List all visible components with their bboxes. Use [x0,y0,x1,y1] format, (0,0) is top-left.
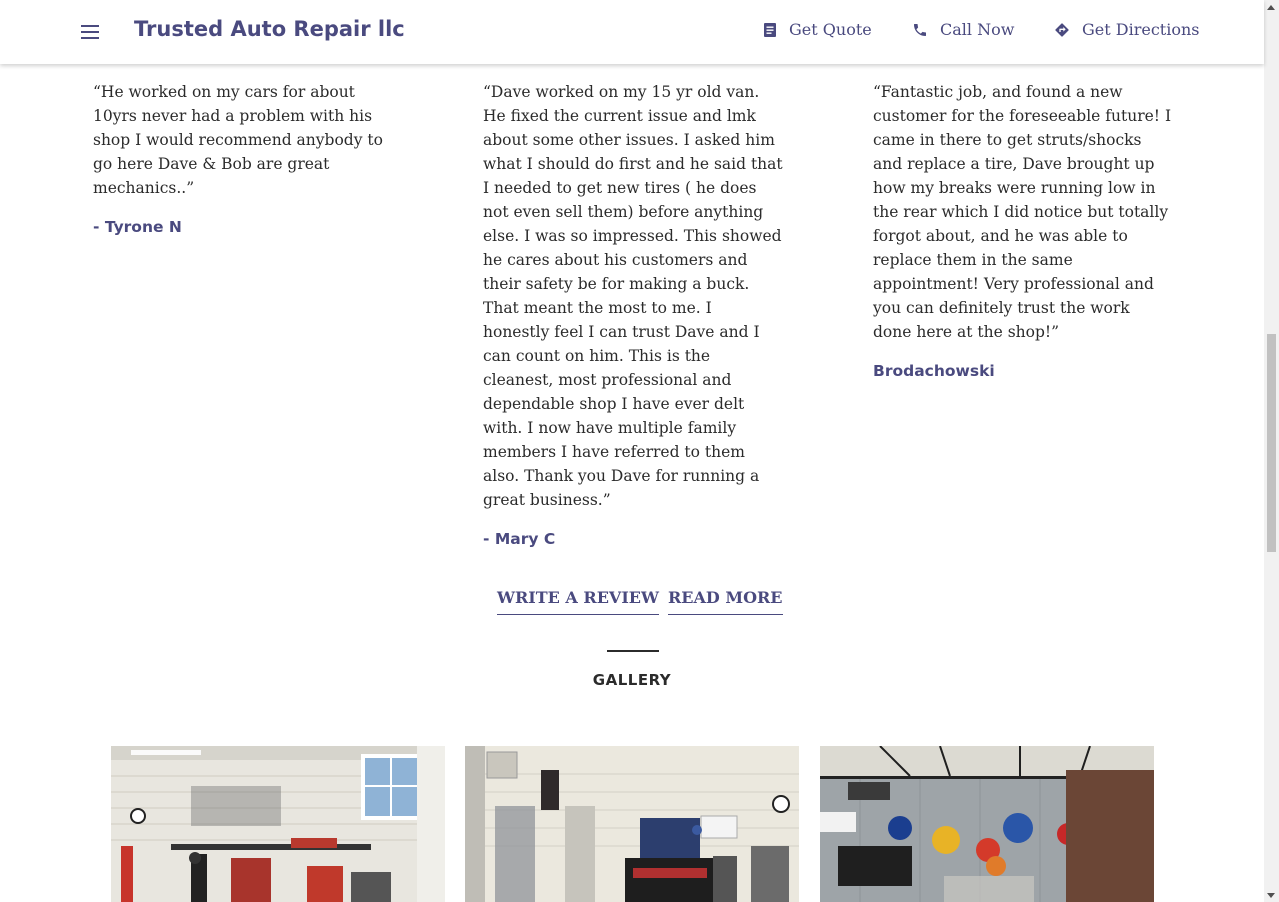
get-quote-button[interactable]: Get Quote [763,20,872,39]
hamburger-menu-icon[interactable] [80,22,100,42]
review-author: - Tyrone N [93,218,182,236]
section-divider [607,650,659,652]
review-author: Brodachowski [873,362,995,380]
scroll-up-arrow-icon[interactable] [1267,5,1275,10]
get-quote-label: Get Quote [789,20,872,39]
directions-icon [1055,22,1069,37]
phone-icon [914,23,926,36]
review-text: “He worked on my cars for about 10yrs ne… [93,83,383,197]
review-card: “Dave worked on my 15 yr old van. He fix… [483,80,783,551]
review-author: - Mary C [483,530,556,548]
review-card: “Fantastic job, and found a new customer… [873,80,1173,383]
gallery-heading: GALLERY [592,671,672,689]
brand-title[interactable]: Trusted Auto Repair llc [134,17,405,41]
gallery-photo-shop-lobby[interactable] [820,746,1154,902]
document-icon [764,22,776,37]
call-now-label: Call Now [940,20,1015,39]
scroll-down-arrow-icon[interactable] [1267,893,1275,898]
gallery-photo-shop-bay-2[interactable] [465,746,799,902]
review-text: “Dave worked on my 15 yr old van. He fix… [483,83,783,509]
scrollbar-thumb[interactable] [1267,334,1276,552]
read-more-link[interactable]: READ MORE [668,588,783,615]
review-text: “Fantastic job, and found a new customer… [873,83,1172,341]
get-directions-label: Get Directions [1082,20,1200,39]
get-directions-button[interactable]: Get Directions [1054,20,1199,39]
gallery-photo-shop-bay-1[interactable] [111,746,445,902]
call-now-button[interactable]: Call Now [912,20,1014,39]
page-scrollbar[interactable] [1264,0,1279,902]
site-header: Trusted Auto Repair llc Get Quote Call N… [0,0,1264,64]
write-review-link[interactable]: WRITE A REVIEW [497,588,659,615]
review-card: “He worked on my cars for about 10yrs ne… [93,80,393,239]
